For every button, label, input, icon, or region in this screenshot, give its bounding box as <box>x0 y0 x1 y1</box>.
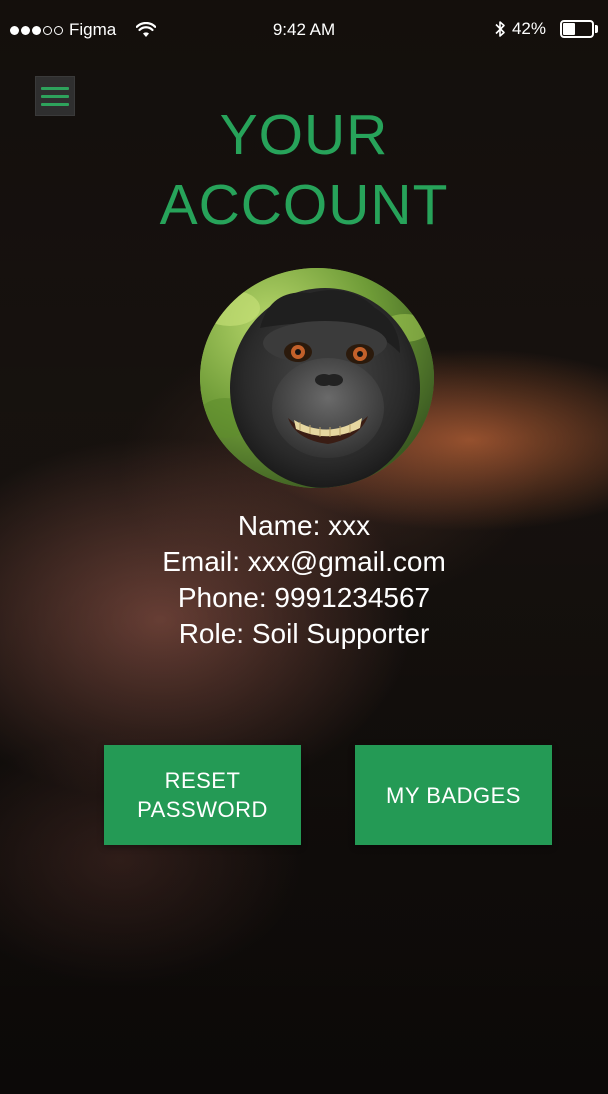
my-badges-button[interactable]: MY BADGES <box>355 745 552 845</box>
profile-phone: Phone: 9991234567 <box>177 582 431 613</box>
my-badges-label: MY BADGES <box>386 782 521 808</box>
reset-password-label: RESET PASSWORD <box>137 768 268 822</box>
avatar-image <box>200 268 434 488</box>
battery-fill <box>563 23 575 35</box>
avatar <box>200 268 434 488</box>
profile-role: Role: Soil Supporter <box>178 618 430 649</box>
battery-cap <box>595 25 598 33</box>
page-title-line-1: YOUR <box>219 103 389 167</box>
battery-percentage: 42% <box>511 19 546 38</box>
page-title-line-2: ACCOUNT <box>159 173 449 237</box>
status-bar: Figma 9:42 AM 42% <box>0 0 608 60</box>
page-title: YOUR ACCOUNT <box>0 100 608 240</box>
profile-email: Email: xxx@gmail.com <box>162 546 446 577</box>
profile-info: Name: xxx Email: xxx@gmail.com Phone: 99… <box>0 508 608 652</box>
hamburger-menu-icon <box>41 86 69 90</box>
account-screen: Figma 9:42 AM 42% YOUR ACCOUNT Name: xxx… <box>0 0 608 1094</box>
bluetooth-icon <box>495 21 505 37</box>
hamburger-menu-icon <box>41 94 69 98</box>
profile-name: Name: xxx <box>237 510 371 541</box>
battery-icon <box>560 20 598 38</box>
reset-password-button[interactable]: RESET PASSWORD <box>104 745 301 845</box>
status-right: 42% <box>494 19 598 39</box>
